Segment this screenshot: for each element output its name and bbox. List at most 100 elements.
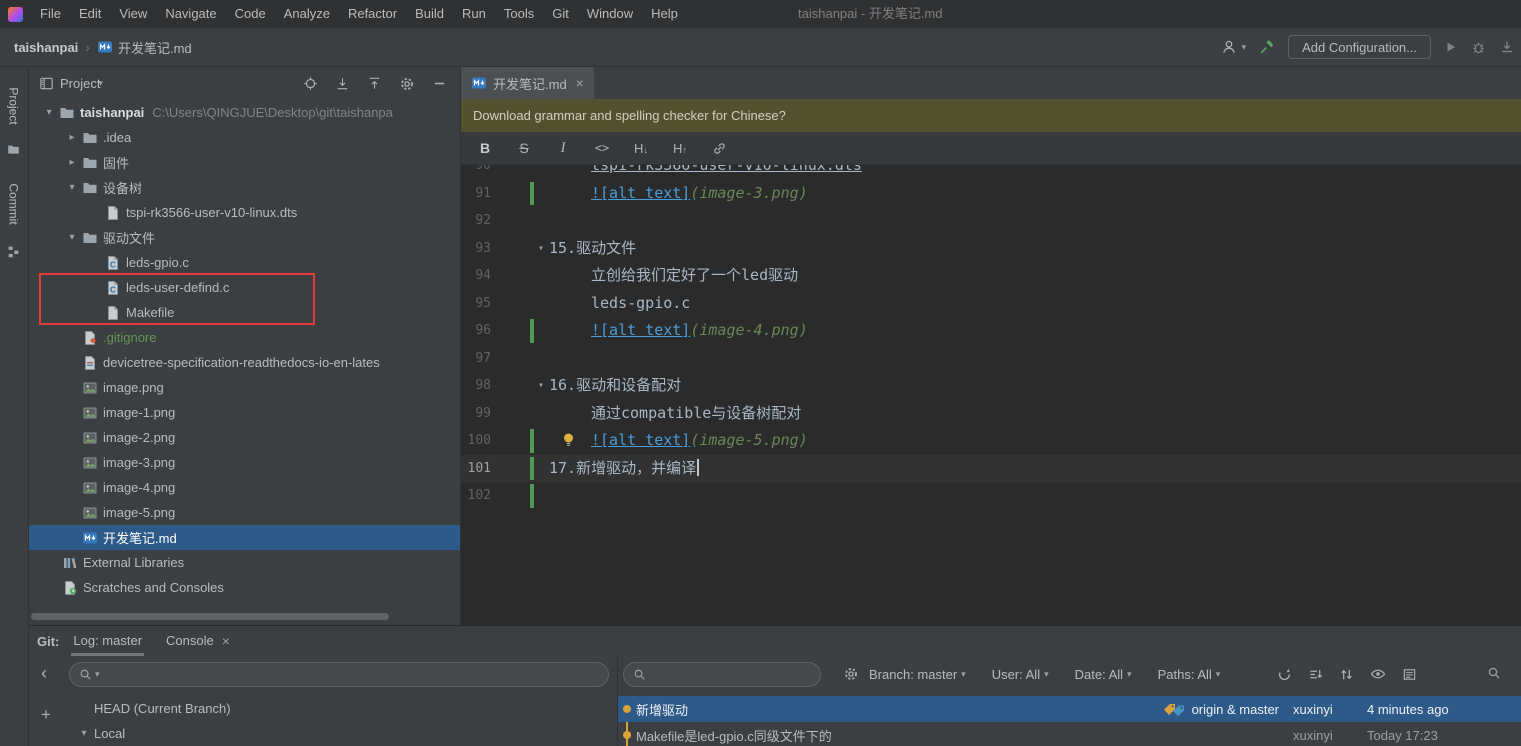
editor-line[interactable]: 96![alt text](image-4.png) (461, 317, 1521, 345)
bold-icon[interactable]: B (477, 140, 493, 156)
editor-line[interactable]: 99通过compatible与设备树配对 (461, 400, 1521, 428)
hide-panel-icon[interactable] (432, 76, 447, 91)
project-tree-item[interactable]: tspi-rk3566-user-v10-linux.dts (29, 200, 460, 225)
project-tree-item[interactable]: ▾taishanpaiC:\Users\QINGJUE\Desktop\git\… (29, 100, 460, 125)
project-tree-item[interactable]: image.png (29, 375, 460, 400)
intention-bulb-icon[interactable] (562, 432, 575, 448)
structure-icon[interactable] (7, 245, 20, 258)
details-icon[interactable] (1402, 667, 1417, 682)
project-tree-item[interactable]: image-3.png (29, 450, 460, 475)
close-icon[interactable]: × (222, 626, 230, 656)
chevron-down-icon[interactable]: ▾ (95, 669, 100, 680)
editor-line[interactable]: 94立创给我们定好了一个led驱动 (461, 262, 1521, 290)
gear-icon[interactable] (843, 666, 859, 682)
breadcrumb-project[interactable]: taishanpai (14, 40, 78, 55)
sort-arrows-icon[interactable] (1339, 667, 1354, 682)
stripe-project-button[interactable]: Project (0, 71, 28, 141)
git-branch-search-input[interactable]: ▾ (69, 662, 609, 687)
project-tree-item[interactable]: image-4.png (29, 475, 460, 500)
editor-line[interactable]: 100![alt text](image-5.png) (461, 427, 1521, 455)
select-opened-file-icon[interactable] (303, 76, 318, 91)
project-tree-item[interactable]: image-2.png (29, 425, 460, 450)
chevron-down-icon[interactable]: ▾ (74, 728, 94, 739)
header-down-icon[interactable]: H↓ (633, 141, 649, 156)
stripe-commit-button[interactable]: Commit (0, 169, 28, 239)
eye-icon[interactable] (1370, 666, 1386, 682)
menu-refactor[interactable]: Refactor (339, 6, 406, 21)
chevron-right-icon[interactable]: ▸ (62, 157, 82, 168)
menu-window[interactable]: Window (578, 6, 642, 21)
chevron-down-icon[interactable]: ▾ (62, 182, 82, 193)
filter-user[interactable]: User: All▾ (992, 667, 1049, 682)
build-hammer-icon[interactable] (1259, 39, 1275, 55)
project-tree-item[interactable]: image-1.png (29, 400, 460, 425)
back-arrow-icon[interactable]: ‹ (41, 664, 47, 682)
menu-navigate[interactable]: Navigate (156, 6, 225, 21)
project-tree-item[interactable]: Cleds-gpio.c (29, 250, 460, 275)
editor-line[interactable]: 98▾16.驱动和设备配对 (461, 372, 1521, 400)
project-tree-item[interactable]: External Libraries (29, 550, 460, 575)
user-account-icon[interactable] (1221, 39, 1237, 55)
refresh-icon[interactable] (1277, 667, 1292, 682)
git-tab-console[interactable]: Console× (156, 626, 240, 656)
filter-branch[interactable]: Branch: master▾ (869, 667, 966, 682)
expand-all-icon[interactable] (335, 76, 350, 91)
project-tree-item[interactable]: Makefile (29, 300, 460, 325)
link-icon[interactable] (711, 141, 727, 156)
project-tree-item[interactable]: .gitignore (29, 325, 460, 350)
editor-tab-active[interactable]: 开发笔记.md × (461, 67, 594, 99)
chevron-right-icon[interactable]: ▸ (62, 132, 82, 143)
menu-view[interactable]: View (110, 6, 156, 21)
filter-date[interactable]: Date: All▾ (1075, 667, 1132, 682)
project-tree-item[interactable]: ▾设备树 (29, 175, 460, 200)
menu-help[interactable]: Help (642, 6, 687, 21)
horizontal-scrollbar[interactable] (31, 613, 389, 620)
project-tree-item[interactable]: ▸固件 (29, 150, 460, 175)
notification-banner[interactable]: Download grammar and spelling checker fo… (461, 99, 1521, 132)
menu-run[interactable]: Run (453, 6, 495, 21)
search-icon[interactable] (1487, 666, 1501, 680)
intellisort-icon[interactable] (1308, 667, 1323, 682)
menu-analyze[interactable]: Analyze (275, 6, 339, 21)
add-configuration-button[interactable]: Add Configuration... (1288, 35, 1431, 59)
commit-row[interactable]: Makefile是led-gpio.c同级文件下的xuxinyiToday 17… (618, 722, 1521, 746)
editor-line[interactable]: 90tspi-rk3566-user-v10-linux.dts (461, 165, 1521, 180)
git-head-row[interactable]: HEAD (Current Branch) (29, 696, 617, 721)
menu-code[interactable]: Code (226, 6, 275, 21)
project-tree-item[interactable]: 开发笔记.md (29, 525, 460, 550)
project-tree-item[interactable]: devicetree-specification-readthedocs-io-… (29, 350, 460, 375)
chevron-down-icon[interactable]: ▾ (1242, 42, 1247, 53)
collapse-all-icon[interactable] (367, 76, 382, 91)
commit-row[interactable]: 新增驱动origin & masterxuxinyi4 minutes ago (618, 696, 1521, 722)
git-log-search-input[interactable] (623, 662, 821, 687)
debug-bug-icon[interactable] (1471, 40, 1486, 55)
editor-line[interactable]: 92 (461, 207, 1521, 235)
project-tree-item[interactable]: Cleds-user-defind.c (29, 275, 460, 300)
menu-build[interactable]: Build (406, 6, 453, 21)
editor-line[interactable]: 93▾15.驱动文件 (461, 235, 1521, 263)
code-icon[interactable]: <> (594, 141, 610, 155)
chevron-down-icon[interactable]: ▾ (98, 78, 103, 89)
project-tree-item[interactable]: Scratches and Consoles (29, 575, 460, 600)
editor-line[interactable]: 91![alt text](image-3.png) (461, 180, 1521, 208)
menu-git[interactable]: Git (543, 6, 578, 21)
run-icon[interactable] (1444, 40, 1458, 54)
close-icon[interactable]: × (576, 75, 584, 91)
gear-icon[interactable] (399, 76, 415, 92)
editor-line[interactable]: 95leds-gpio.c (461, 290, 1521, 318)
project-header-title[interactable]: Project (60, 76, 100, 91)
editor-content[interactable]: 90tspi-rk3566-user-v10-linux.dts91![alt … (461, 165, 1521, 625)
project-tree-item[interactable]: image-5.png (29, 500, 460, 525)
menu-tools[interactable]: Tools (495, 6, 543, 21)
folder-icon[interactable] (7, 143, 20, 156)
menu-edit[interactable]: Edit (70, 6, 110, 21)
editor-line[interactable]: 10117.新增驱动，并编译 (461, 455, 1521, 483)
git-local-row[interactable]: ▾ Local (29, 721, 617, 746)
update-project-icon[interactable] (1499, 39, 1515, 55)
project-tree-item[interactable]: ▸.idea (29, 125, 460, 150)
chevron-down-icon[interactable]: ▾ (62, 232, 82, 243)
header-up-icon[interactable]: H↑ (672, 141, 688, 156)
breadcrumb-file[interactable]: 开发笔记.md (118, 38, 192, 57)
chevron-down-icon[interactable]: ▾ (39, 107, 59, 118)
fold-arrow-icon[interactable]: ▾ (538, 372, 544, 400)
